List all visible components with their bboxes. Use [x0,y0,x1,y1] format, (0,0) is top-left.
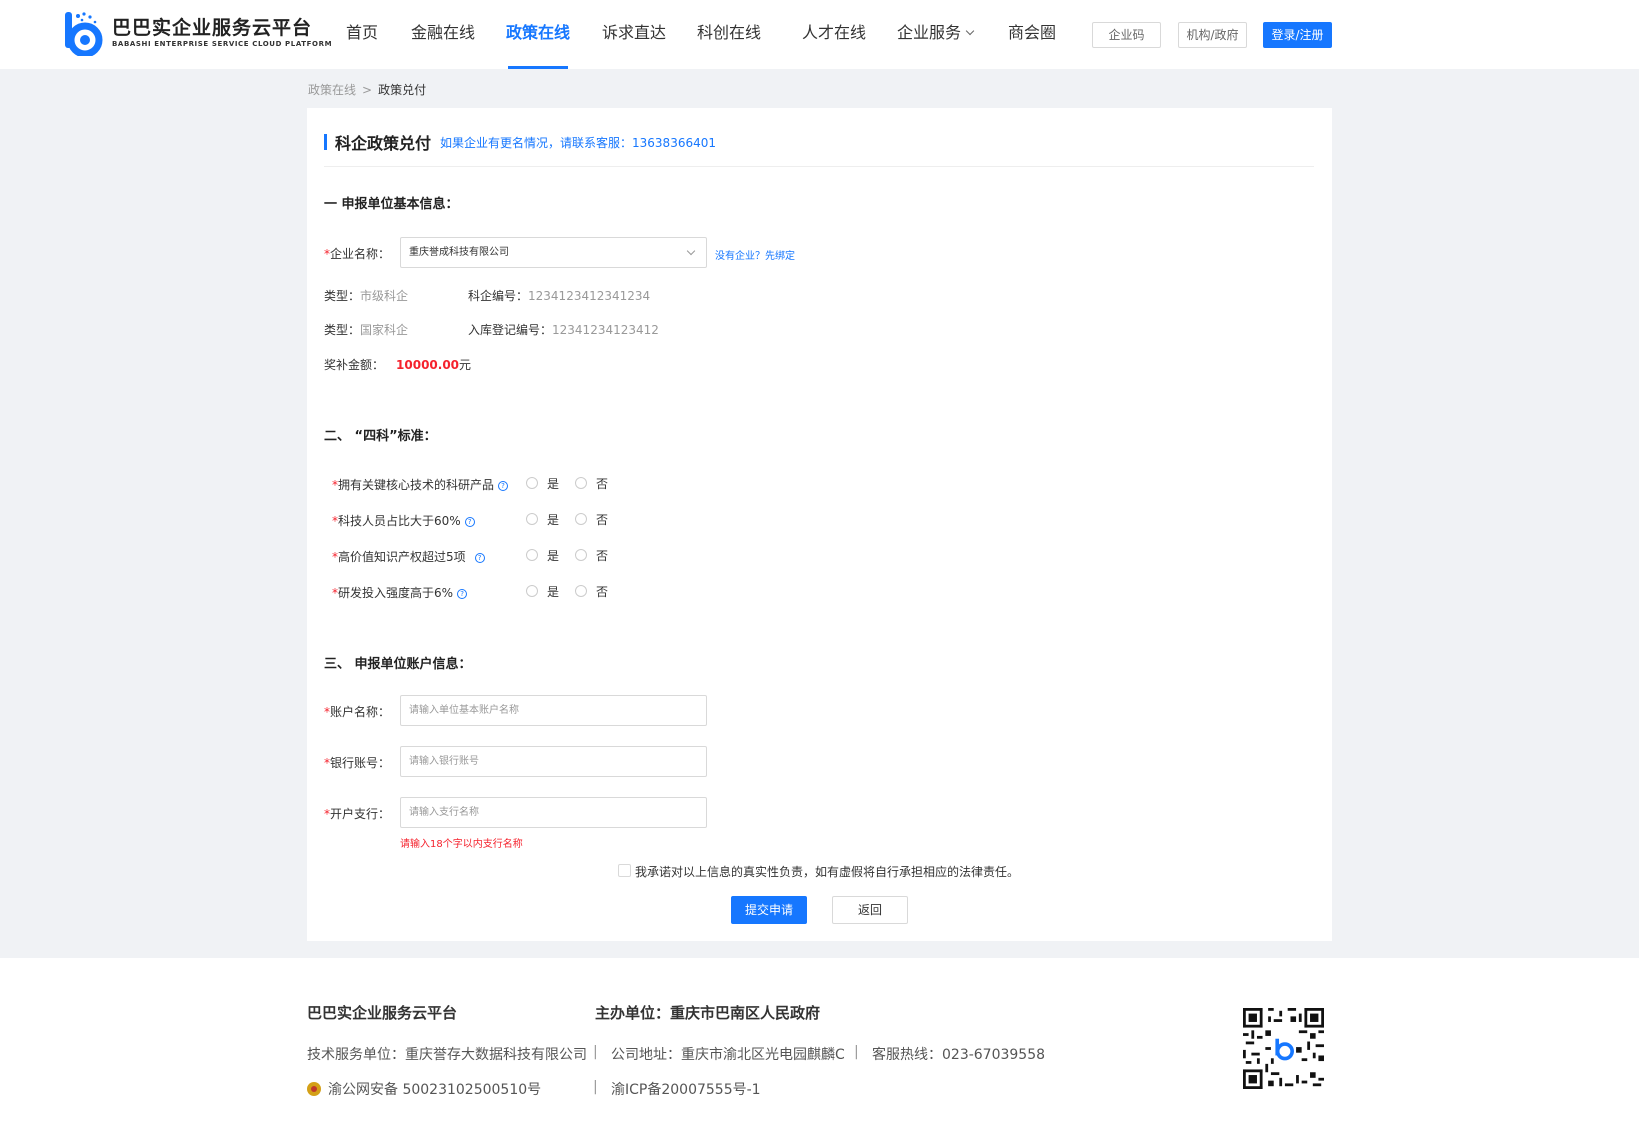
promise-checkbox[interactable] [618,864,631,877]
nav-finance[interactable]: 金融在线 [411,0,475,69]
type1-field: 类型：市级科企 [324,289,409,303]
company-name-value: 重庆誉成科技有限公司 [409,247,509,258]
help-icon[interactable]: ? [464,516,475,527]
criteria-4-no-radio[interactable] [575,585,587,597]
breadcrumb-current: 政策兑付 [378,83,427,97]
branch-error-message: 请输入18个字以内支行名称 [400,839,523,850]
login-register-button[interactable]: 登录/注册 [1263,22,1332,48]
bank-account-input[interactable] [400,746,707,777]
police-badge-icon [307,1082,321,1096]
code2-value: 12341234123412 [552,323,659,337]
logo-subtitle: BABASHI ENTERPRISE SERVICE CLOUD PLATFOR… [112,40,333,48]
chevron-down-icon [965,26,975,36]
criteria-label-1: *拥有关键核心技术的科研产品? [332,476,509,493]
nav-enterprise-service[interactable]: 企业服务 [897,0,975,69]
section-criteria-title: 二、 “四科”标准： [324,429,437,444]
nav-policy[interactable]: 政策在线 [506,0,570,69]
amount-field: 奖补金额： 10000.00元 [324,358,472,372]
criteria-3-yes-radio[interactable] [526,549,538,561]
footer-tech-unit: 技术服务单位：重庆誉存大数据科技有限公司 [307,1047,587,1063]
account-name-input[interactable] [400,695,707,726]
breadcrumb-separator: > [362,83,373,97]
title-accent-bar [324,134,327,150]
footer: 巴巴实企业服务云平台 主办单位：重庆市巴南区人民政府 技术服务单位：重庆誉存大数… [0,958,1639,1139]
criteria-2-yes-label: 是 [547,513,560,527]
criteria-4-no-label: 否 [596,585,609,599]
nav-home[interactable]: 首页 [346,0,378,69]
title-divider [324,166,1314,167]
nav-appeal[interactable]: 诉求直达 [602,0,666,69]
criteria-label-3: *高价值知识产权超过5项? [332,548,485,565]
criteria-4-yes-radio[interactable] [526,585,538,597]
page-title: 科企政策兑付 [335,134,432,153]
help-icon[interactable]: ? [498,480,509,491]
type2-value: 国家科企 [360,323,409,337]
enterprise-code-button[interactable]: 企业码 [1092,22,1161,48]
branch-input[interactable] [400,797,707,828]
company-name-label: *企业名称： [324,247,391,261]
footer-separator: | [854,1044,859,1060]
breadcrumb-parent[interactable]: 政策在线 [308,83,356,97]
branch-label: *开户支行： [324,807,391,821]
qr-code-icon [1243,1008,1324,1089]
criteria-label-2: *科技人员占比大于60%? [332,512,475,529]
bank-account-label: *银行账号： [324,756,391,770]
amount-unit: 元 [459,358,472,372]
logo[interactable]: 巴巴实企业服务云平台 BABASHI ENTERPRISE SERVICE CL… [64,10,333,58]
form-header: 科企政策兑付 如果企业有更名情况，请联系客服：13638366401 [324,130,716,154]
criteria-1-yes-label: 是 [547,477,560,491]
footer-hotline: 客服热线：023-67039558 [872,1047,1046,1063]
section-account-title: 三、 申报单位账户信息： [324,657,472,672]
criteria-4-yes-label: 是 [547,585,560,599]
org-gov-button[interactable]: 机构/政府 [1178,22,1247,48]
amount-value: 10000.00 [396,358,460,372]
criteria-3-no-radio[interactable] [575,549,587,561]
nav-innovation[interactable]: 科创在线 [697,0,761,69]
criteria-label-4: *研发投入强度高于6%? [332,584,468,601]
company-name-select[interactable]: 重庆誉成科技有限公司 [400,237,707,268]
bind-company-link[interactable]: 没有企业？先绑定 [715,247,795,262]
code2-field: 入库登记编号：12341234123412 [468,323,659,337]
help-icon[interactable]: ? [457,588,468,599]
section-basic-info-title: 一 申报单位基本信息： [324,197,459,212]
criteria-2-no-label: 否 [596,513,609,527]
type1-value: 市级科企 [360,289,409,303]
code1-value: 1234123412341234 [528,289,651,303]
footer-host: 主办单位：重庆市巴南区人民政府 [595,1004,821,1022]
footer-icp-record[interactable]: 渝ICP备20007555号-1 [611,1079,761,1099]
rename-hint: 如果企业有更名情况，请联系客服：13638366401 [440,135,716,150]
criteria-1-no-label: 否 [596,477,609,491]
header: 巴巴实企业服务云平台 BABASHI ENTERPRISE SERVICE CL… [0,0,1639,69]
submit-button[interactable]: 提交申请 [731,896,807,924]
nav-enterprise-service-label: 企业服务 [897,23,962,42]
logo-icon [64,10,104,58]
footer-separator: | [593,1079,598,1095]
criteria-1-yes-radio[interactable] [526,477,538,489]
breadcrumb: 政策在线 > 政策兑付 [308,81,426,98]
footer-address: 公司地址：重庆市渝北区光电园麒麟C [611,1047,845,1063]
criteria-1-no-radio[interactable] [575,477,587,489]
form-card: 科企政策兑付 如果企业有更名情况，请联系客服：13638366401 一 申报单… [307,108,1332,941]
account-name-label: *账户名称： [324,705,391,719]
footer-police-record[interactable]: 渝公网安备 50023102500510号 [307,1079,541,1099]
code1-field: 科企编号：1234123412341234 [468,289,651,303]
promise-text: 我承诺对以上信息的真实性负责，如有虚假将自行承担相应的法律责任。 [635,865,1020,879]
criteria-3-yes-label: 是 [547,549,560,563]
criteria-3-no-label: 否 [596,549,609,563]
footer-platform-name: 巴巴实企业服务云平台 [307,1004,458,1022]
nav-talent[interactable]: 人才在线 [802,0,866,69]
logo-title: 巴巴实企业服务云平台 [112,17,313,39]
type2-field: 类型：国家科企 [324,323,409,337]
criteria-2-no-radio[interactable] [575,513,587,525]
nav-chamber[interactable]: 商会圈 [1008,0,1056,69]
chevron-down-icon [686,246,696,256]
help-icon[interactable]: ? [474,552,485,563]
footer-separator: | [593,1044,598,1060]
back-button[interactable]: 返回 [832,896,908,924]
criteria-2-yes-radio[interactable] [526,513,538,525]
